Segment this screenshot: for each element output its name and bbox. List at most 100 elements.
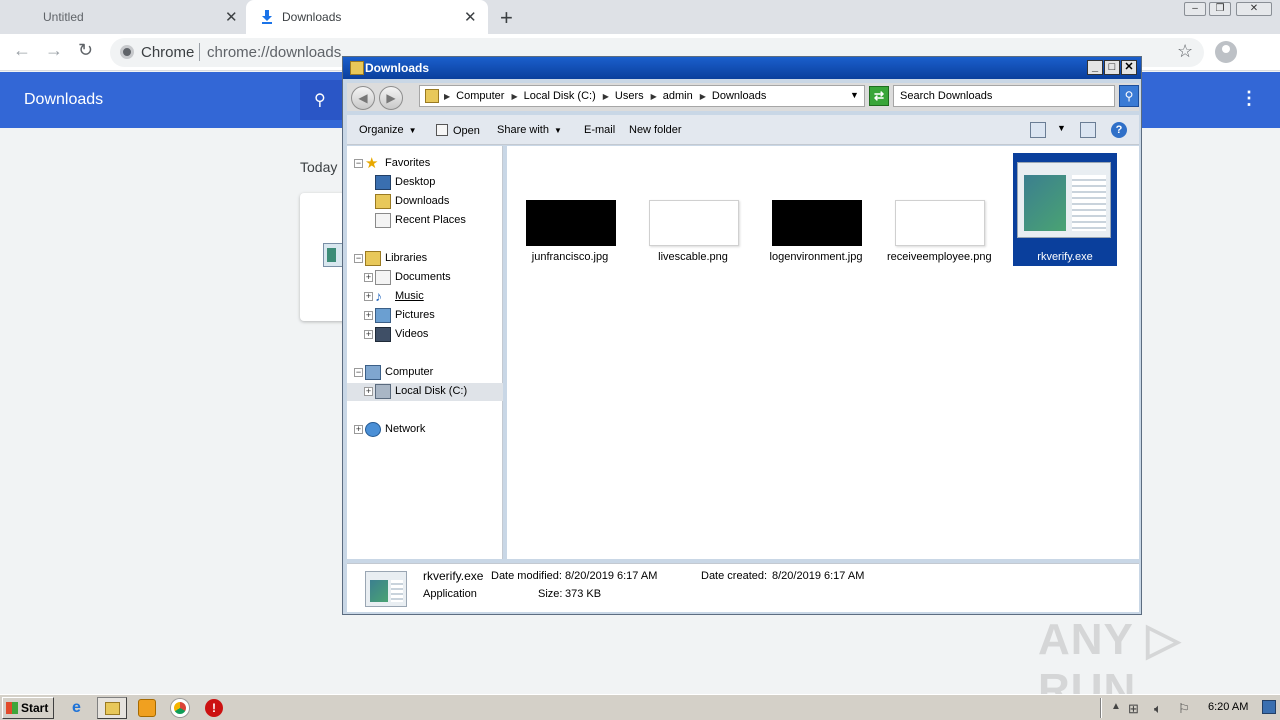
file-name: receiveemployee.png [887,251,992,263]
file-item-selected[interactable]: rkverify.exe [1013,153,1117,266]
open-button[interactable]: Open [436,124,480,137]
collapse-icon[interactable]: − [354,368,363,377]
action-center-flag-icon[interactable]: ⚐ [1178,701,1190,717]
back-button[interactable]: ◀ [351,86,375,110]
file-list: junfrancisco.jpg livescable.png logenvir… [507,146,1139,559]
search-input[interactable]: Search Downloads [893,85,1115,107]
network-tray-icon[interactable]: ⊞ [1128,701,1139,717]
application-icon [365,571,407,607]
date-section-label: Today [300,159,338,175]
help-icon[interactable]: ? [1111,122,1127,138]
expand-icon[interactable]: + [364,387,373,396]
breadcrumb-admin[interactable]: admin [663,90,693,102]
stop-icon[interactable]: ! [205,699,223,717]
close-window-button[interactable]: ✕ [1236,2,1272,16]
nav-computer[interactable]: − Computer [347,364,503,382]
address-bar[interactable]: ▶ Computer ▶ Local Disk (C:) ▶ Users ▶ admin ▶ Do… [419,85,865,107]
search-icon[interactable]: ⚲ [1119,85,1139,107]
file-item[interactable]: junfrancisco.jpg [513,153,617,266]
nav-libraries[interactable]: − Libraries [347,250,503,268]
more-menu-icon[interactable]: ⋮ [1240,88,1258,109]
minimize-button[interactable]: – [1184,2,1206,16]
file-item[interactable]: receiveemployee.png [882,153,992,266]
nav-label: Downloads [395,195,450,207]
forward-button[interactable]: ▶ [379,86,403,110]
chevron-icon[interactable]: ▶ [700,92,706,101]
internet-explorer-icon[interactable]: e [72,699,90,717]
explorer-titlebar[interactable]: Downloads _ □ ✕ [343,57,1141,79]
nav-label: Pictures [395,309,435,321]
explorer-taskbar-button[interactable] [97,697,127,719]
new-tab-button[interactable]: + [500,5,513,31]
restore-button[interactable]: ❐ [1209,2,1231,16]
folder-icon [425,89,439,103]
chrome-icon[interactable] [171,699,189,717]
file-icon [323,243,343,267]
tray-expand-icon[interactable]: ▲ [1111,701,1121,712]
breadcrumb-computer[interactable]: Computer [456,90,504,102]
reload-icon[interactable]: ↻ [78,40,93,61]
refresh-button[interactable]: ⇄ [869,86,889,106]
start-button[interactable]: Start [2,697,54,719]
collapse-icon[interactable]: − [354,254,363,263]
tab-downloads[interactable]: Downloads ✕ [246,0,488,34]
forward-arrow-icon[interactable]: → [45,40,63,61]
file-item[interactable]: livescable.png [636,153,740,266]
new-folder-button[interactable]: New folder [629,124,682,136]
open-label: Open [453,125,480,137]
email-button[interactable]: E-mail [584,124,615,136]
chevron-icon[interactable]: ▶ [651,92,657,101]
nav-music[interactable]: + ♪ Music [347,288,503,306]
address-history-dropdown-icon[interactable]: ▼ [850,90,859,100]
expand-icon[interactable]: + [354,425,363,434]
downloads-search-button[interactable]: ⚲ [300,80,344,120]
organize-button[interactable]: Organize ▼ [359,124,417,136]
nav-local-disk[interactable]: + Local Disk (C:) [347,383,503,401]
open-icon [436,124,448,136]
omnibox-divider [199,43,200,61]
expand-icon[interactable]: + [364,311,373,320]
chevron-icon[interactable]: ▶ [444,92,450,101]
expand-icon[interactable]: + [364,330,373,339]
nav-favorites[interactable]: − ★ Favorites [347,155,503,173]
close-tab-icon[interactable]: ✕ [464,8,477,26]
expand-icon[interactable]: + [364,292,373,301]
chevron-icon[interactable]: ▶ [511,92,517,101]
tab-untitled[interactable]: Untitled ✕ [0,0,246,34]
change-view-icon[interactable] [1030,122,1046,138]
nav-label: Videos [395,328,429,340]
nav-desktop[interactable]: Desktop [347,174,503,192]
explorer-minimize-button[interactable]: _ [1087,60,1103,75]
collapse-icon[interactable]: − [354,159,363,168]
breadcrumb: ▶ Computer ▶ Local Disk (C:) ▶ Users ▶ admin ▶ Do… [444,90,773,102]
omnibox-url[interactable]: chrome://downloads [207,44,341,61]
clock[interactable]: 6:20 AM [1208,701,1248,713]
media-player-icon[interactable] [138,699,156,717]
share-with-button[interactable]: Share with ▼ [497,124,562,136]
nav-label: Computer [385,366,434,378]
nav-pictures[interactable]: + Pictures [347,307,503,325]
explorer-close-button[interactable]: ✕ [1121,60,1137,75]
file-item[interactable]: logenvironment.jpg [759,153,863,266]
breadcrumb-users[interactable]: Users [615,90,644,102]
nav-videos[interactable]: + Videos [347,326,503,344]
volume-icon[interactable]: 🔈︎ [1154,701,1162,717]
preview-pane-icon[interactable] [1080,122,1096,138]
explorer-maximize-button[interactable]: □ [1104,60,1120,75]
back-arrow-icon[interactable]: ← [13,40,31,61]
expand-icon[interactable]: + [364,273,373,282]
nav-network[interactable]: + Network [347,421,503,439]
profile-avatar-icon[interactable] [1215,41,1237,63]
chevron-icon[interactable]: ▶ [603,92,609,101]
nav-downloads[interactable]: Downloads [347,193,503,211]
nav-documents[interactable]: + Documents [347,269,503,287]
nav-label: Local Disk (C:) [395,385,468,397]
bookmark-star-icon[interactable]: ☆ [1177,41,1193,62]
image-thumbnail [649,200,739,246]
breadcrumb-local-disk[interactable]: Local Disk (C:) [524,90,596,102]
close-tab-icon[interactable]: ✕ [225,8,238,26]
nav-recent-places[interactable]: Recent Places [347,212,503,230]
view-options-dropdown-icon[interactable]: ▼ [1057,123,1066,133]
show-desktop-icon[interactable] [1262,700,1276,714]
breadcrumb-downloads[interactable]: Downloads [712,90,766,102]
